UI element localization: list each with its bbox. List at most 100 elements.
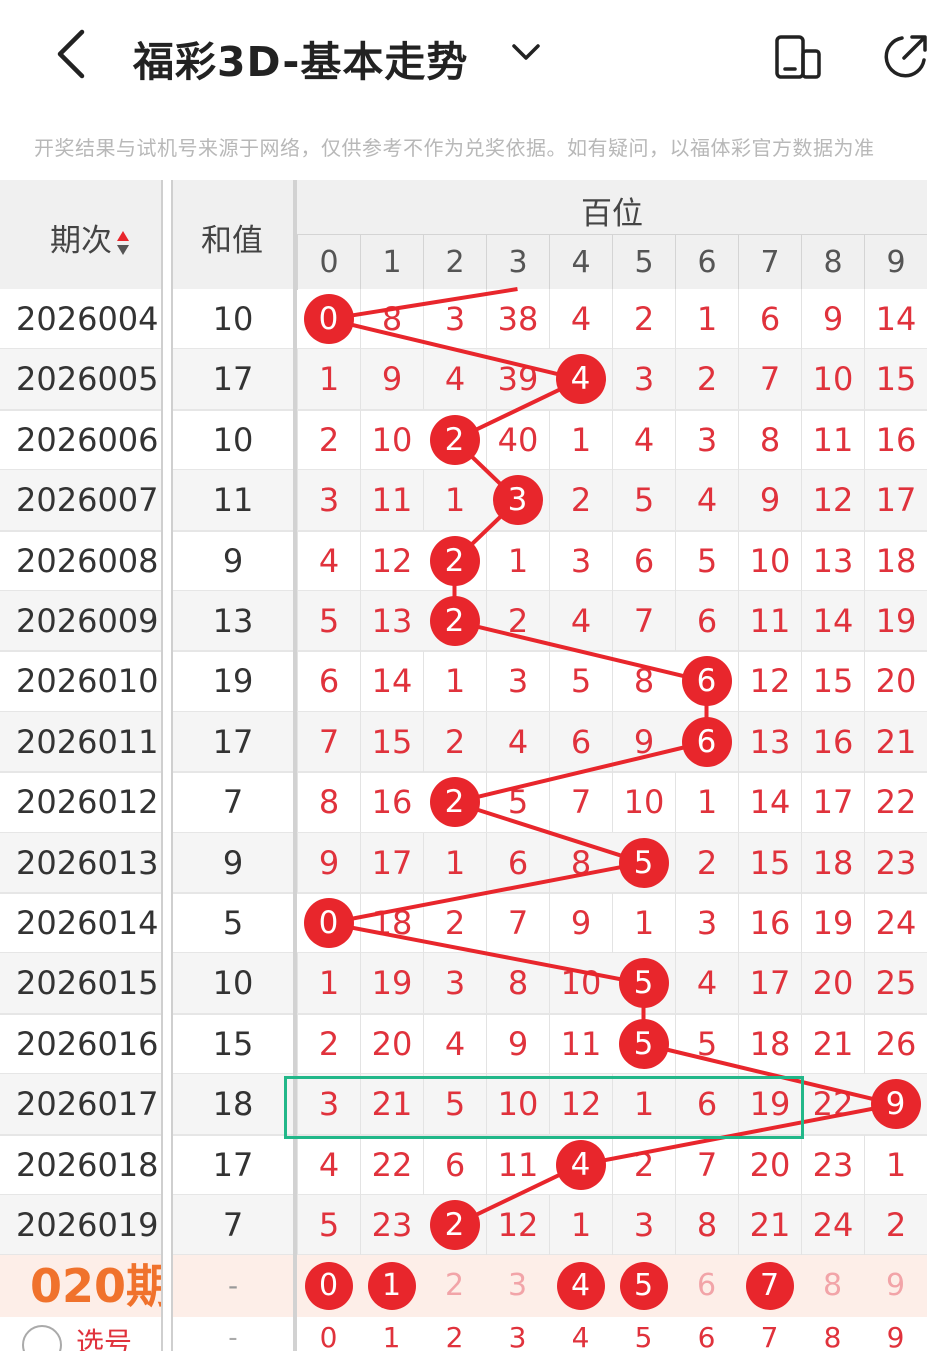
pick-row: 020期 - 0 1 2 3 4 5 6 7 8 9 <box>0 1255 927 1318</box>
select-digit[interactable]: 7 <box>738 1321 801 1351</box>
select-digit[interactable]: 8 <box>801 1321 864 1351</box>
page-title[interactable]: 福彩3D-基本走势 <box>133 28 468 88</box>
omission-count: 2 <box>423 893 486 953</box>
omission-count: 9 <box>612 711 675 772</box>
select-row: 选号 - 0 1 2 3 4 5 6 7 8 9 <box>0 1317 927 1351</box>
omission-count: 5 <box>297 591 360 651</box>
unpicked-digit[interactable]: 2 <box>423 1255 486 1317</box>
table-header-hundreds: 百位 0123456789 <box>297 180 927 290</box>
winning-digit-ball: 2 <box>429 596 480 646</box>
next-issue-label: 020期 <box>30 1259 173 1314</box>
omission-count: 20 <box>801 953 864 1014</box>
issue-column-header[interactable]: 期次 <box>50 215 130 260</box>
select-digit[interactable]: 0 <box>297 1321 360 1351</box>
table-header-left: 期次 和值 <box>0 180 295 289</box>
omission-count: 6 <box>297 651 360 712</box>
select-digit[interactable]: 9 <box>864 1321 927 1351</box>
omission-count: 15 <box>864 349 927 410</box>
omission-count: 4 <box>297 1134 360 1195</box>
select-digit[interactable]: 1 <box>360 1321 423 1351</box>
omission-count: 11 <box>549 1013 612 1074</box>
select-digit[interactable]: 4 <box>549 1321 612 1351</box>
omission-count: 21 <box>738 1195 801 1255</box>
issue-number: 2026004 <box>16 300 159 338</box>
select-digit[interactable]: 2 <box>423 1321 486 1351</box>
pick-sum-value: - <box>227 1269 239 1303</box>
omission-count: 2 <box>297 1013 360 1074</box>
sum-value: 17 <box>212 1145 254 1184</box>
omission-count: 21 <box>801 1013 864 1074</box>
unpicked-digit[interactable]: 6 <box>675 1255 738 1317</box>
issue-number: 2026011 <box>16 722 159 761</box>
winning-digit-ball: 9 <box>870 1079 921 1130</box>
digit-header-row: 0123456789 <box>297 234 927 290</box>
sum-value: 17 <box>212 360 254 399</box>
sum-value: 19 <box>212 662 254 701</box>
omission-count: 16 <box>801 711 864 772</box>
sum-value: 17 <box>212 722 254 761</box>
issue-number: 2026019 <box>16 1206 159 1244</box>
omission-count: 3 <box>612 1195 675 1255</box>
picked-digit-ball[interactable]: 1 <box>367 1262 416 1311</box>
table-row: 2026013 9 9 17 1 6 8 5 2 15 18 23 <box>0 832 927 894</box>
omission-count: 7 <box>297 711 360 772</box>
select-radio[interactable] <box>22 1325 62 1351</box>
omission-count: 18 <box>801 832 864 893</box>
omission-count: 1 <box>612 893 675 953</box>
select-digit[interactable]: 6 <box>675 1321 738 1351</box>
omission-count: 3 <box>423 953 486 1014</box>
pick-highlight-box <box>284 1076 804 1139</box>
omission-count: 6 <box>486 832 549 893</box>
share-icon[interactable] <box>880 32 927 82</box>
issue-column-label: 期次 <box>50 223 112 259</box>
sum-value: 7 <box>222 783 244 822</box>
omission-count: 5 <box>297 1195 360 1255</box>
sort-icon[interactable] <box>116 227 130 259</box>
picked-digit-ball[interactable]: 7 <box>745 1262 794 1311</box>
sum-column-header: 和值 <box>201 223 263 259</box>
unpicked-digit[interactable]: 8 <box>801 1255 864 1317</box>
chevron-left-icon[interactable] <box>48 26 98 82</box>
digit-header-8: 8 <box>801 235 864 290</box>
picked-digit-ball[interactable]: 0 <box>304 1262 353 1311</box>
omission-count: 17 <box>864 470 927 531</box>
omission-count: 7 <box>549 772 612 833</box>
omission-count: 22 <box>864 772 927 833</box>
winning-digit-ball: 5 <box>618 837 669 888</box>
omission-count: 5 <box>486 772 549 833</box>
issue-number: 2026013 <box>16 843 159 882</box>
omission-count: 9 <box>738 470 801 531</box>
winning-digit-ball: 0 <box>303 898 354 948</box>
select-digit[interactable]: 5 <box>612 1321 675 1351</box>
winning-digit-ball: 2 <box>429 414 480 465</box>
omission-count: 15 <box>738 832 801 893</box>
picked-digit-ball[interactable]: 4 <box>556 1262 605 1311</box>
omission-count: 21 <box>864 711 927 772</box>
chevron-down-icon[interactable] <box>510 40 542 64</box>
omission-count: 7 <box>612 591 675 651</box>
omission-count: 22 <box>360 1134 423 1195</box>
omission-count: 8 <box>549 832 612 893</box>
omission-count: 11 <box>486 1134 549 1195</box>
issue-number: 2026007 <box>16 481 159 520</box>
picked-digit-ball[interactable]: 5 <box>619 1262 668 1311</box>
unpicked-digit[interactable]: 9 <box>864 1255 927 1317</box>
omission-count: 10 <box>738 530 801 591</box>
digit-header-2: 2 <box>423 235 486 290</box>
winning-digit-ball: 6 <box>681 716 732 767</box>
omission-count: 13 <box>360 591 423 651</box>
omission-count: 4 <box>297 530 360 591</box>
issue-number: 2026012 <box>16 783 159 822</box>
select-digit[interactable]: 3 <box>486 1321 549 1351</box>
digit-header-7: 7 <box>738 235 801 290</box>
omission-count: 6 <box>612 530 675 591</box>
unpicked-digit[interactable]: 3 <box>486 1255 549 1317</box>
device-icon[interactable] <box>774 34 824 80</box>
omission-count: 20 <box>738 1134 801 1195</box>
omission-count: 14 <box>801 591 864 651</box>
omission-count: 39 <box>486 349 549 410</box>
trend-table: 期次 和值 百位 0123456789 2026004 10 0 8 3 38 4 2 1 6 9 1… <box>0 180 927 1351</box>
omission-count: 1 <box>486 530 549 591</box>
omission-count: 17 <box>738 953 801 1014</box>
omission-count: 40 <box>486 409 549 470</box>
